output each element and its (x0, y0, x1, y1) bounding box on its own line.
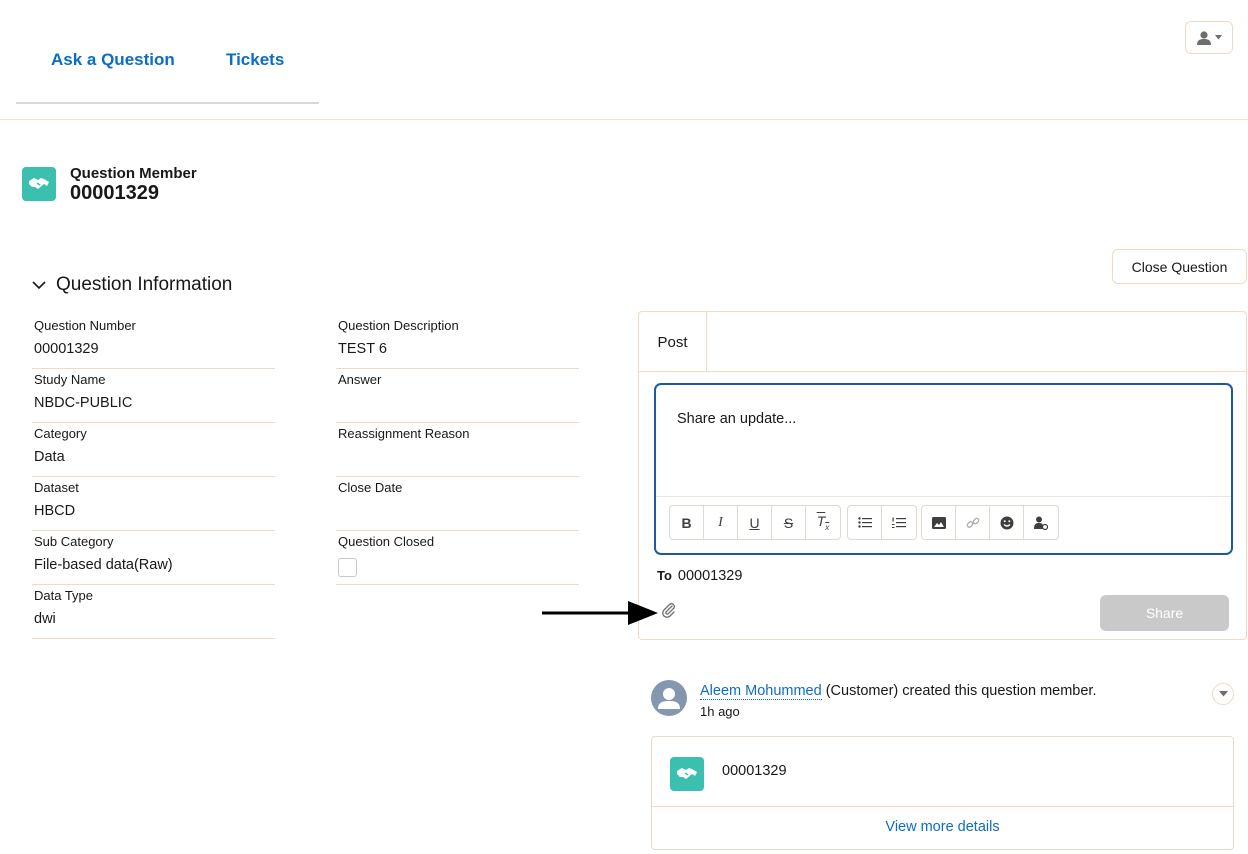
field-dataset: Dataset HBCD (32, 480, 275, 531)
italic-button[interactable]: I (704, 506, 738, 539)
field-data-type: Data Type dwi (32, 588, 275, 639)
field-label: Study Name (34, 372, 106, 387)
field-label: Category (34, 426, 87, 441)
field-label: Close Date (338, 480, 403, 495)
card-record-number[interactable]: 00001329 (722, 763, 787, 779)
publisher-tabs: Post (639, 312, 1246, 372)
list-toolbar-group (847, 505, 917, 540)
field-value: HBCD (34, 503, 76, 519)
to-label: To (657, 568, 672, 583)
share-button[interactable]: Share (1100, 595, 1229, 631)
field-label: Answer (338, 372, 382, 387)
record-type-icon (670, 757, 704, 791)
chevron-down-icon (1218, 691, 1228, 697)
field-label: Question Closed (338, 534, 435, 549)
field-label: Question Number (34, 318, 136, 333)
nav-tickets[interactable]: Tickets (226, 50, 284, 70)
section-toggle[interactable]: Question Information (32, 274, 232, 296)
underline-icon: U (749, 514, 760, 531)
field-label: Data Type (34, 588, 94, 603)
feed-record-card: 00001329 View more details (651, 736, 1234, 850)
view-more-details-link[interactable]: View more details (652, 819, 1233, 835)
top-navigation: Ask a Question Tickets (0, 0, 1248, 120)
publisher: Post Share an update... B I U S Tx To 00… (638, 311, 1247, 640)
link-icon (966, 517, 979, 528)
annotation-arrow-icon (542, 601, 658, 625)
italic-icon: I (718, 514, 723, 530)
emoji-icon (1000, 516, 1013, 529)
field-value: Data (34, 449, 65, 465)
user-icon (1197, 30, 1211, 45)
field-question-number: Question Number 00001329 (32, 318, 275, 369)
mention-button[interactable] (1024, 506, 1058, 539)
field-value: File-based data(Raw) (34, 557, 173, 573)
record-title: 00001329 (70, 182, 159, 204)
nav-ask-a-question[interactable]: Ask a Question (51, 50, 175, 70)
clear-format-button[interactable]: Tx (806, 506, 840, 539)
attach-file-button[interactable] (661, 602, 677, 623)
field-category: Category Data (32, 426, 275, 477)
toolbar-divider (656, 496, 1231, 497)
add-user-icon (1034, 516, 1048, 530)
strikethrough-icon: S (783, 514, 794, 531)
question-closed-checkbox[interactable] (338, 558, 357, 577)
field-label: Question Description (338, 318, 459, 333)
image-icon (931, 516, 946, 529)
bulleted-list-icon (857, 517, 872, 528)
field-value: TEST 6 (338, 341, 387, 357)
format-toolbar-group: B I U S Tx (669, 505, 841, 540)
field-label: Sub Category (34, 534, 114, 549)
emoji-button[interactable] (990, 506, 1024, 539)
handshake-icon (29, 178, 49, 189)
tab-post[interactable]: Post (639, 312, 707, 372)
user-menu-button[interactable] (1185, 21, 1233, 54)
card-divider (652, 806, 1233, 807)
user-icon (658, 688, 680, 709)
bold-button[interactable]: B (670, 506, 704, 539)
feed-action-text: (Customer) created this question member. (821, 683, 1097, 699)
field-study-name: Study Name NBDC-PUBLIC (32, 372, 275, 423)
feed-item-menu-button[interactable] (1212, 683, 1234, 705)
numbered-list-icon (892, 517, 906, 528)
strikethrough-button[interactable]: S (772, 506, 806, 539)
field-value: NBDC-PUBLIC (34, 395, 133, 411)
paperclip-icon (662, 603, 675, 618)
field-answer: Answer (336, 372, 579, 423)
close-question-button[interactable]: Close Question (1112, 249, 1247, 284)
feed-item-text: Aleem Mohummed (Customer) created this q… (700, 683, 1097, 700)
insert-image-button[interactable] (922, 506, 956, 539)
chevron-down-icon (1215, 35, 1222, 40)
avatar[interactable] (651, 680, 687, 716)
field-close-date: Close Date (336, 480, 579, 531)
field-label: Reassignment Reason (338, 426, 470, 441)
section-title: Question Information (56, 274, 233, 295)
field-value: 00001329 (34, 341, 99, 357)
to-value: 00001329 (677, 568, 743, 584)
field-label: Dataset (34, 480, 79, 495)
insert-toolbar-group (921, 505, 1059, 540)
field-reassignment-reason: Reassignment Reason (336, 426, 579, 477)
nav-underline (16, 102, 319, 104)
field-question-description: Question Description TEST 6 (336, 318, 579, 369)
chevron-down-icon (32, 280, 46, 289)
field-sub-category: Sub Category File-based data(Raw) (32, 534, 275, 585)
record-type-icon (22, 167, 56, 201)
numbered-list-button[interactable] (882, 506, 916, 539)
field-value: dwi (34, 611, 56, 627)
bulleted-list-button[interactable] (848, 506, 882, 539)
handshake-icon (677, 768, 697, 779)
feed-actor-link[interactable]: Aleem Mohummed (700, 683, 822, 700)
insert-link-button[interactable] (956, 506, 990, 539)
post-editor[interactable]: Share an update... B I U S Tx (654, 383, 1233, 555)
feed-timestamp[interactable]: 1h ago (700, 704, 740, 719)
bold-icon: B (681, 514, 692, 531)
record-type-label: Question Member (70, 165, 197, 182)
post-input-placeholder[interactable]: Share an update... (677, 411, 796, 427)
underline-button[interactable]: U (738, 506, 772, 539)
recipient-line: To 00001329 (657, 568, 742, 584)
field-question-closed: Question Closed (336, 534, 579, 585)
clear-format-icon: Tx (816, 513, 830, 532)
